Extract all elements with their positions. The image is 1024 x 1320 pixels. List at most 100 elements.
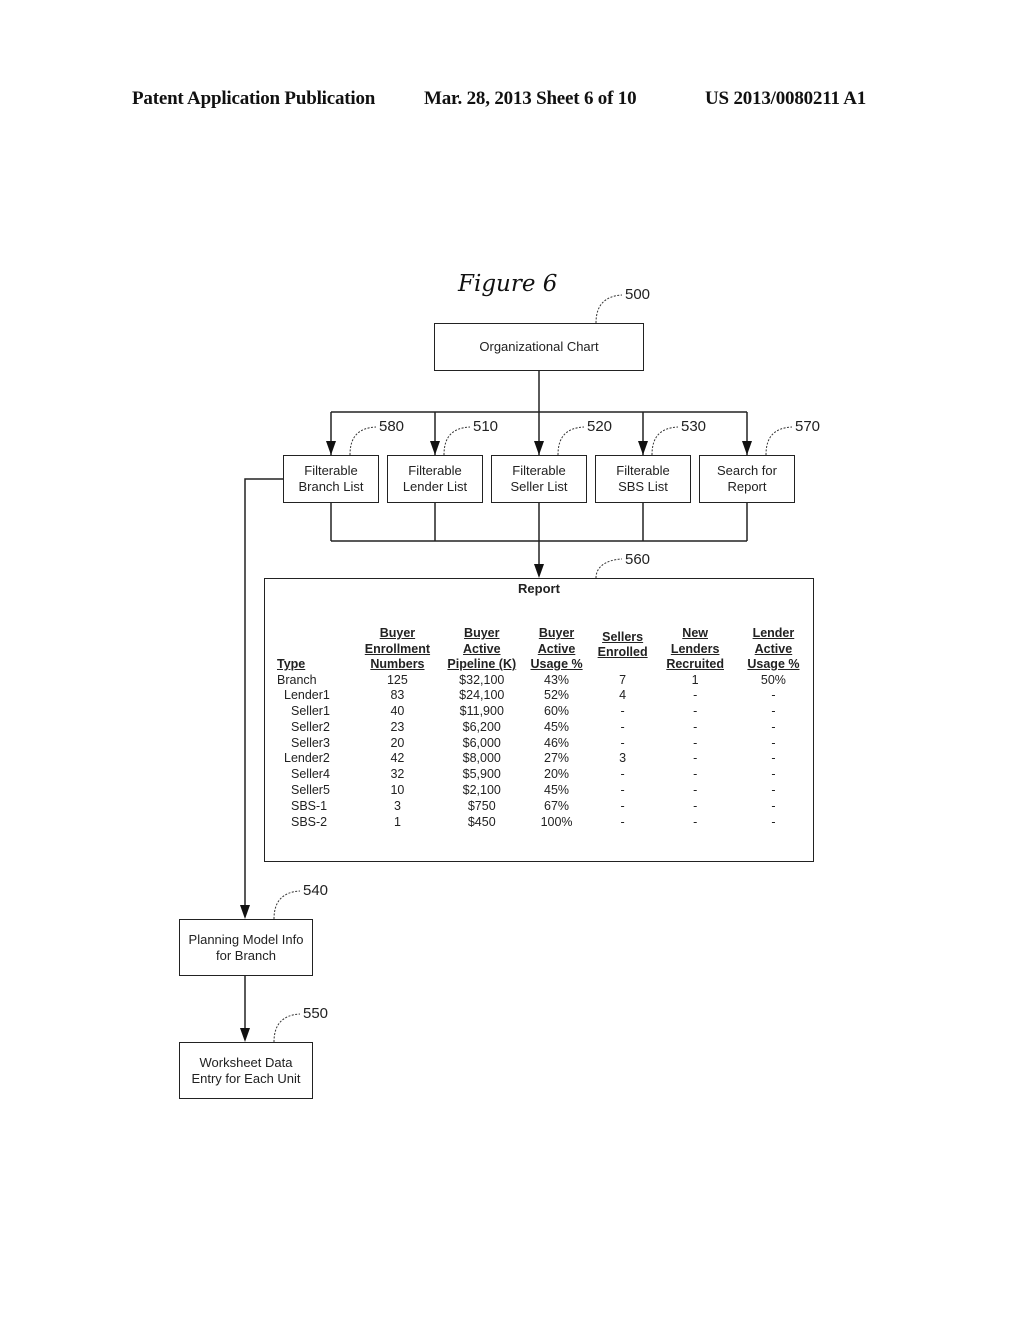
- cell-sellers-enrolled: -: [620, 767, 625, 782]
- leader-530: [651, 426, 679, 456]
- worksheet-label-2: Entry for Each Unit: [191, 1070, 301, 1086]
- seller-list-label-2: Seller List: [510, 479, 568, 494]
- planning-model-label-2: for Branch: [216, 947, 276, 963]
- cell-buyer-enrollment: 42: [390, 751, 405, 766]
- cell-lender-usage: -: [771, 688, 776, 703]
- cell-buyer-pipeline: $6,200: [462, 719, 501, 734]
- cell-type: SBS-1: [291, 798, 328, 813]
- org-chart-box: Organizational Chart: [434, 323, 644, 371]
- ref-530: 530: [681, 418, 707, 435]
- cell-sellers-enrolled: -: [620, 798, 625, 813]
- cell-lender-usage: -: [771, 767, 776, 782]
- cell-new-lenders: -: [693, 767, 698, 782]
- seller-list-label-1: Filterable: [512, 463, 566, 478]
- report-title: Report: [518, 581, 560, 596]
- leader-560: [595, 558, 623, 579]
- cell-buyer-usage: 27%: [544, 751, 570, 766]
- cell-buyer-enrollment: 125: [386, 672, 408, 687]
- report-row: SBS-2 1 $450 100% - - -: [273, 815, 813, 831]
- cell-new-lenders: -: [693, 751, 698, 766]
- cell-buyer-usage: 45%: [544, 783, 570, 798]
- arrowhead-seller: [534, 441, 544, 455]
- cell-new-lenders: 1: [691, 672, 699, 687]
- cell-buyer-pipeline: $24,100: [459, 688, 505, 703]
- planning-model-label-1: Planning Model Info: [188, 931, 304, 947]
- cell-buyer-pipeline: $5,900: [462, 767, 501, 782]
- ref-500: 500: [625, 286, 651, 303]
- lender-list-label-1: Filterable: [408, 463, 462, 478]
- branch-list-label-1: Filterable: [304, 463, 358, 478]
- cell-type: Seller5: [291, 783, 330, 798]
- cell-buyer-usage: 20%: [544, 767, 570, 782]
- lender-list-box: Filterable Lender List: [387, 455, 483, 503]
- cell-buyer-usage: 100%: [540, 814, 573, 829]
- col-header-type: Type: [277, 657, 306, 671]
- cell-lender-usage: -: [771, 751, 776, 766]
- leader-550: [273, 1013, 301, 1043]
- cell-new-lenders: -: [693, 704, 698, 719]
- report-row: SBS-1 3 $750 67% - - -: [273, 799, 813, 815]
- cell-type: SBS-2: [291, 814, 328, 829]
- cell-lender-usage: 50%: [760, 672, 786, 687]
- report-row: Seller5 10 $2,100 45% - - -: [273, 783, 813, 799]
- cell-sellers-enrolled: -: [620, 719, 625, 734]
- cell-buyer-pipeline: $11,900: [459, 704, 504, 719]
- cell-buyer-enrollment: 40: [390, 704, 405, 719]
- report-box: Report Type Buyer Enrollment Numbers Buy…: [264, 578, 814, 862]
- report-body: Branch 125 $32,100 43% 7 1 50% Lender1 83 $24,100…: [273, 673, 813, 831]
- worksheet-box: Worksheet Data Entry for Each Unit: [179, 1042, 313, 1099]
- cell-new-lenders: -: [693, 814, 698, 829]
- cell-new-lenders: -: [693, 735, 698, 750]
- cell-buyer-enrollment: 3: [393, 798, 401, 813]
- col-header-lender-usage: Lender Active Usage %: [747, 626, 800, 671]
- cell-new-lenders: -: [693, 783, 698, 798]
- cell-lender-usage: -: [771, 798, 776, 813]
- search-report-label-2: Report: [727, 479, 767, 494]
- leader-580: [349, 426, 377, 456]
- cell-new-lenders: -: [693, 688, 698, 703]
- cell-lender-usage: -: [771, 783, 776, 798]
- cell-buyer-enrollment: 23: [390, 719, 405, 734]
- lender-list-label-2: Lender List: [402, 479, 468, 494]
- sbs-list-label-2: SBS List: [618, 479, 668, 494]
- cell-buyer-usage: 43%: [544, 672, 570, 687]
- cell-buyer-usage: 46%: [544, 735, 570, 750]
- cell-lender-usage: -: [771, 704, 776, 719]
- branch-list-label-2: Branch List: [298, 479, 364, 494]
- cell-lender-usage: -: [771, 814, 776, 829]
- cell-buyer-pipeline: $750: [467, 798, 496, 813]
- cell-buyer-usage: 67%: [544, 798, 570, 813]
- cell-type: Branch: [277, 672, 317, 687]
- arrowhead-report: [534, 564, 544, 578]
- sbs-list-label-1: Filterable: [616, 463, 670, 478]
- cell-buyer-enrollment: 10: [390, 783, 405, 798]
- search-report-box: Search for Report: [699, 455, 795, 503]
- cell-type: Seller1: [291, 704, 330, 719]
- col-header-buyer-enrollment: Buyer Enrollment Numbers: [364, 626, 431, 671]
- planning-model-box: Planning Model Info for Branch: [179, 919, 313, 976]
- cell-buyer-enrollment: 20: [390, 735, 405, 750]
- report-row: Lender1 83 $24,100 52% 4 - -: [273, 688, 813, 704]
- ref-510: 510: [473, 418, 499, 435]
- arrowhead-search: [742, 441, 752, 455]
- cell-buyer-pipeline: $8,000: [462, 751, 501, 766]
- cell-buyer-usage: 45%: [544, 719, 570, 734]
- cell-new-lenders: -: [693, 719, 698, 734]
- ref-540: 540: [303, 882, 329, 899]
- cell-type: Lender2: [284, 751, 330, 766]
- seller-list-box: Filterable Seller List: [491, 455, 587, 503]
- col-header-new-lenders: New Lenders Recruited: [666, 626, 724, 671]
- cell-sellers-enrolled: 7: [619, 672, 627, 687]
- report-header-row: Type Buyer Enrollment Numbers Buyer Acti…: [273, 626, 813, 673]
- cell-type: Seller2: [291, 719, 330, 734]
- leader-520: [557, 426, 585, 456]
- org-chart-label: Organizational Chart: [479, 339, 599, 354]
- cell-buyer-pipeline: $2,100: [462, 783, 501, 798]
- cell-buyer-usage: 60%: [544, 704, 570, 719]
- sbs-list-box: Filterable SBS List: [595, 455, 691, 503]
- cell-buyer-pipeline: $450: [467, 814, 496, 829]
- cell-buyer-pipeline: $32,100: [459, 672, 505, 687]
- ref-570: 570: [795, 418, 821, 435]
- cell-buyer-pipeline: $6,000: [462, 735, 501, 750]
- cell-type: Seller3: [291, 735, 330, 750]
